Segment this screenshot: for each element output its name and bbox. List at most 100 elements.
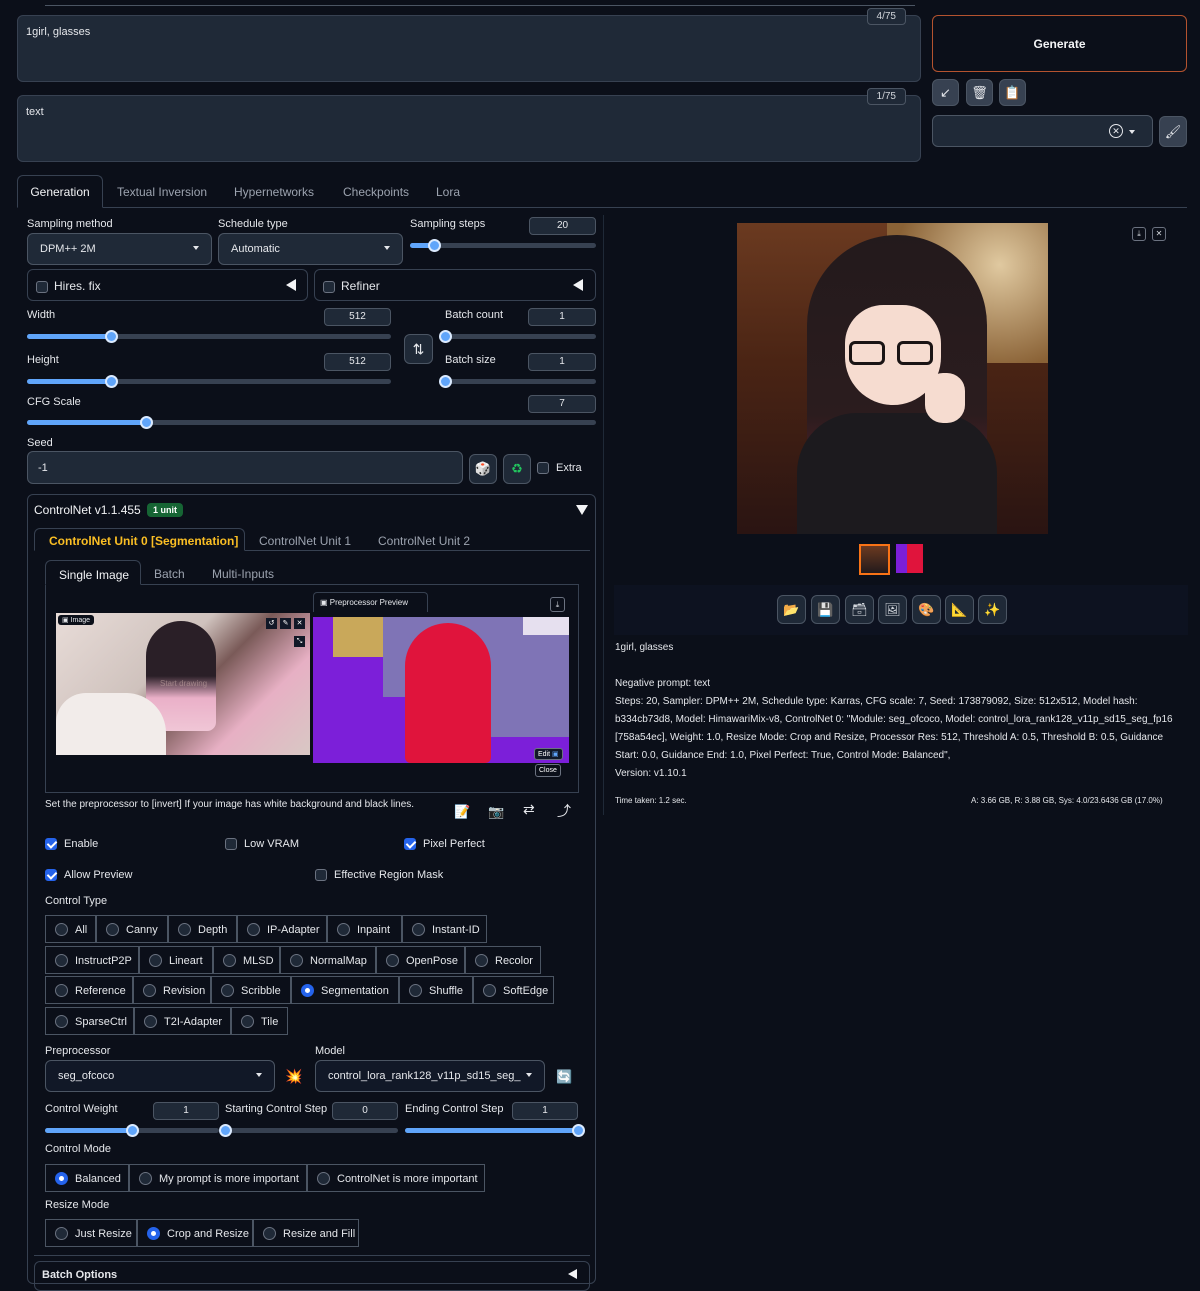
- thumbnail-segmentation[interactable]: [896, 544, 923, 573]
- control-type-revision[interactable]: Revision: [133, 976, 211, 1004]
- refiner-accordion[interactable]: Refiner: [314, 269, 596, 301]
- thumbnail-image[interactable]: [859, 544, 890, 575]
- tab-generation[interactable]: Generation: [17, 175, 103, 208]
- resize-icon[interactable]: ⤡: [294, 636, 305, 647]
- control-type-openpose[interactable]: OpenPose: [376, 946, 465, 974]
- negative-prompt-textarea[interactable]: text 1/75: [17, 88, 921, 162]
- control-type-lineart[interactable]: Lineart: [139, 946, 213, 974]
- control-type-sparsectrl[interactable]: SparseCtrl: [45, 1007, 134, 1035]
- control-type-softedge[interactable]: SoftEdge: [473, 976, 554, 1004]
- seed-extra-checkbox[interactable]: [537, 462, 549, 474]
- control-type-canny[interactable]: Canny: [96, 915, 168, 943]
- close-icon[interactable]: ✕: [294, 618, 305, 629]
- control-type-instant-id[interactable]: Instant-ID: [402, 915, 487, 943]
- close-icon[interactable]: ✕: [1152, 227, 1166, 241]
- tab-single-image[interactable]: Single Image: [45, 560, 141, 585]
- download-icon[interactable]: ⤓: [1132, 227, 1146, 241]
- resize-mode-just-resize[interactable]: Just Resize: [45, 1219, 137, 1247]
- cfg-scale-slider[interactable]: [27, 416, 596, 429]
- control-type-mlsd[interactable]: MLSD: [213, 946, 280, 974]
- hires-fix-checkbox[interactable]: [36, 281, 48, 293]
- refiner-checkbox[interactable]: [323, 281, 335, 293]
- generated-image[interactable]: [737, 223, 1048, 534]
- undo-icon[interactable]: ↺: [266, 618, 277, 629]
- cfg-scale-input[interactable]: 7: [528, 395, 596, 413]
- clear-icon[interactable]: ✕: [1109, 124, 1123, 138]
- allow-preview-checkbox[interactable]: [45, 869, 57, 881]
- ending-control-step-input[interactable]: 1: [512, 1102, 578, 1120]
- enable-checkbox[interactable]: [45, 838, 57, 850]
- tab-multi-inputs[interactable]: Multi-Inputs: [212, 567, 274, 581]
- control-weight-slider[interactable]: [45, 1124, 219, 1137]
- edit-styles-icon[interactable]: 🖌: [1159, 116, 1187, 147]
- camera-icon[interactable]: 📷: [488, 804, 504, 820]
- dice-icon[interactable]: 🎲: [469, 454, 497, 484]
- batch-count-slider[interactable]: [439, 330, 596, 343]
- controlnet-title[interactable]: ControlNet v1.1.455: [34, 503, 141, 517]
- width-input[interactable]: 512: [324, 308, 391, 326]
- resize-mode-resize-and-fill[interactable]: Resize and Fill: [253, 1219, 359, 1247]
- recycle-icon[interactable]: ♻: [503, 454, 531, 484]
- control-mode-prompt-important[interactable]: My prompt is more important: [129, 1164, 307, 1192]
- starting-control-step-slider[interactable]: [219, 1124, 398, 1137]
- run-preprocessor-icon[interactable]: 💥: [285, 1068, 302, 1085]
- control-type-instructp2p[interactable]: InstructP2P: [45, 946, 139, 974]
- prompt-textarea[interactable]: 1girl, glasses 4/75: [17, 8, 921, 82]
- control-type-t2i-adapter[interactable]: T2I-Adapter: [134, 1007, 231, 1035]
- preprocessor-dropdown[interactable]: seg_ofcoco: [45, 1060, 275, 1092]
- upscale-icon[interactable]: ✨: [978, 595, 1007, 624]
- tab-checkpoints[interactable]: Checkpoints: [343, 185, 409, 199]
- control-type-ip-adapter[interactable]: IP-Adapter: [237, 915, 327, 943]
- sampling-steps-slider[interactable]: [410, 239, 596, 252]
- control-type-scribble[interactable]: Scribble: [211, 976, 291, 1004]
- read-params-icon[interactable]: ↙: [932, 79, 959, 106]
- close-button[interactable]: Close: [535, 764, 561, 777]
- control-type-segmentation[interactable]: Segmentation: [291, 976, 399, 1004]
- collapse-arrow-icon[interactable]: [573, 279, 583, 291]
- zip-icon[interactable]: 🗃: [845, 595, 874, 624]
- clipboard-icon[interactable]: 📋: [999, 79, 1026, 106]
- control-type-all[interactable]: All: [45, 915, 96, 943]
- batch-count-input[interactable]: 1: [528, 308, 596, 326]
- tab-batch[interactable]: Batch: [154, 567, 185, 581]
- swap-dimensions-icon[interactable]: ⇅: [404, 334, 433, 364]
- trash-icon[interactable]: 🗑: [966, 79, 993, 106]
- sampling-steps-input[interactable]: 20: [529, 217, 596, 235]
- tab-lora[interactable]: Lora: [436, 185, 460, 199]
- send-to-inpaint-icon[interactable]: 🎨: [912, 595, 941, 624]
- control-type-recolor[interactable]: Recolor: [465, 946, 541, 974]
- refresh-models-icon[interactable]: 🔄: [556, 1069, 572, 1085]
- folder-icon[interactable]: 📂: [777, 595, 806, 624]
- control-mode-balanced[interactable]: Balanced: [45, 1164, 129, 1192]
- batch-size-slider[interactable]: [439, 375, 596, 388]
- edit-button[interactable]: Edit ▣: [534, 748, 563, 760]
- tab-textual-inversion[interactable]: Textual Inversion: [117, 185, 207, 199]
- seed-input[interactable]: -1: [27, 451, 463, 484]
- schedule-type-dropdown[interactable]: Automatic: [218, 233, 403, 265]
- width-slider[interactable]: [27, 330, 391, 343]
- control-type-normalmap[interactable]: NormalMap: [280, 946, 376, 974]
- brush-icon[interactable]: ✎: [280, 618, 291, 629]
- batch-size-input[interactable]: 1: [528, 353, 596, 371]
- collapse-arrow-icon[interactable]: [576, 505, 588, 515]
- sampling-method-dropdown[interactable]: DPM++ 2M: [27, 233, 212, 265]
- send-to-img2img-icon[interactable]: 🖼: [878, 595, 907, 624]
- starting-control-step-input[interactable]: 0: [332, 1102, 398, 1120]
- download-icon[interactable]: ⤓: [550, 597, 565, 612]
- tab-controlnet-unit-1[interactable]: ControlNet Unit 1: [259, 534, 351, 548]
- batch-options-accordion[interactable]: Batch Options: [34, 1261, 590, 1291]
- generate-button[interactable]: Generate: [932, 15, 1187, 72]
- hires-fix-accordion[interactable]: Hires. fix: [27, 269, 308, 301]
- pixel-perfect-checkbox[interactable]: [404, 838, 416, 850]
- collapse-arrow-icon[interactable]: [286, 279, 296, 291]
- control-type-reference[interactable]: Reference: [45, 976, 133, 1004]
- height-input[interactable]: 512: [324, 353, 391, 371]
- height-slider[interactable]: [27, 375, 391, 388]
- model-dropdown[interactable]: control_lora_rank128_v11p_sd15_seg_: [315, 1060, 545, 1092]
- control-type-tile[interactable]: Tile: [231, 1007, 288, 1035]
- notepad-icon[interactable]: 📝: [454, 804, 470, 820]
- tab-controlnet-unit-2[interactable]: ControlNet Unit 2: [378, 534, 470, 548]
- effective-region-mask-checkbox[interactable]: [315, 869, 327, 881]
- control-mode-controlnet-important[interactable]: ControlNet is more important: [307, 1164, 485, 1192]
- send-dimensions-icon[interactable]: ⤴: [557, 801, 571, 821]
